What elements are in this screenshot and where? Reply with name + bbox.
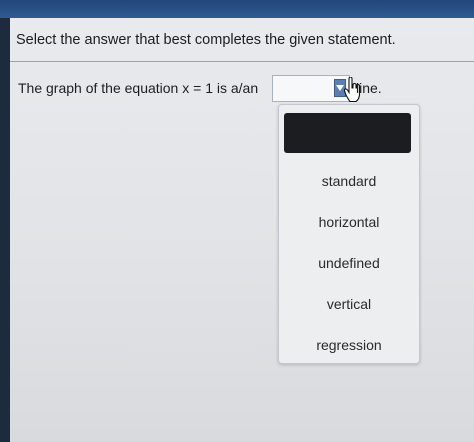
question-suffix: line. bbox=[356, 80, 382, 96]
option-vertical[interactable]: vertical bbox=[279, 292, 419, 316]
option-horizontal[interactable]: horizontal bbox=[279, 210, 419, 234]
answer-select[interactable] bbox=[272, 75, 350, 102]
option-undefined[interactable]: undefined bbox=[279, 251, 419, 275]
top-bar bbox=[0, 0, 474, 18]
dropdown-highlighted-item[interactable] bbox=[284, 113, 411, 153]
dropdown-menu: standard horizontal undefined vertical r… bbox=[278, 104, 420, 364]
divider bbox=[10, 61, 474, 62]
question-prefix: The graph of the equation x = 1 is a/an bbox=[18, 80, 259, 96]
option-standard[interactable]: standard bbox=[279, 169, 419, 193]
question-panel: Select the answer that best completes th… bbox=[10, 18, 474, 442]
instruction-text: Select the answer that best completes th… bbox=[16, 32, 396, 48]
option-regression[interactable]: regression bbox=[279, 333, 419, 357]
left-edge bbox=[0, 18, 10, 442]
